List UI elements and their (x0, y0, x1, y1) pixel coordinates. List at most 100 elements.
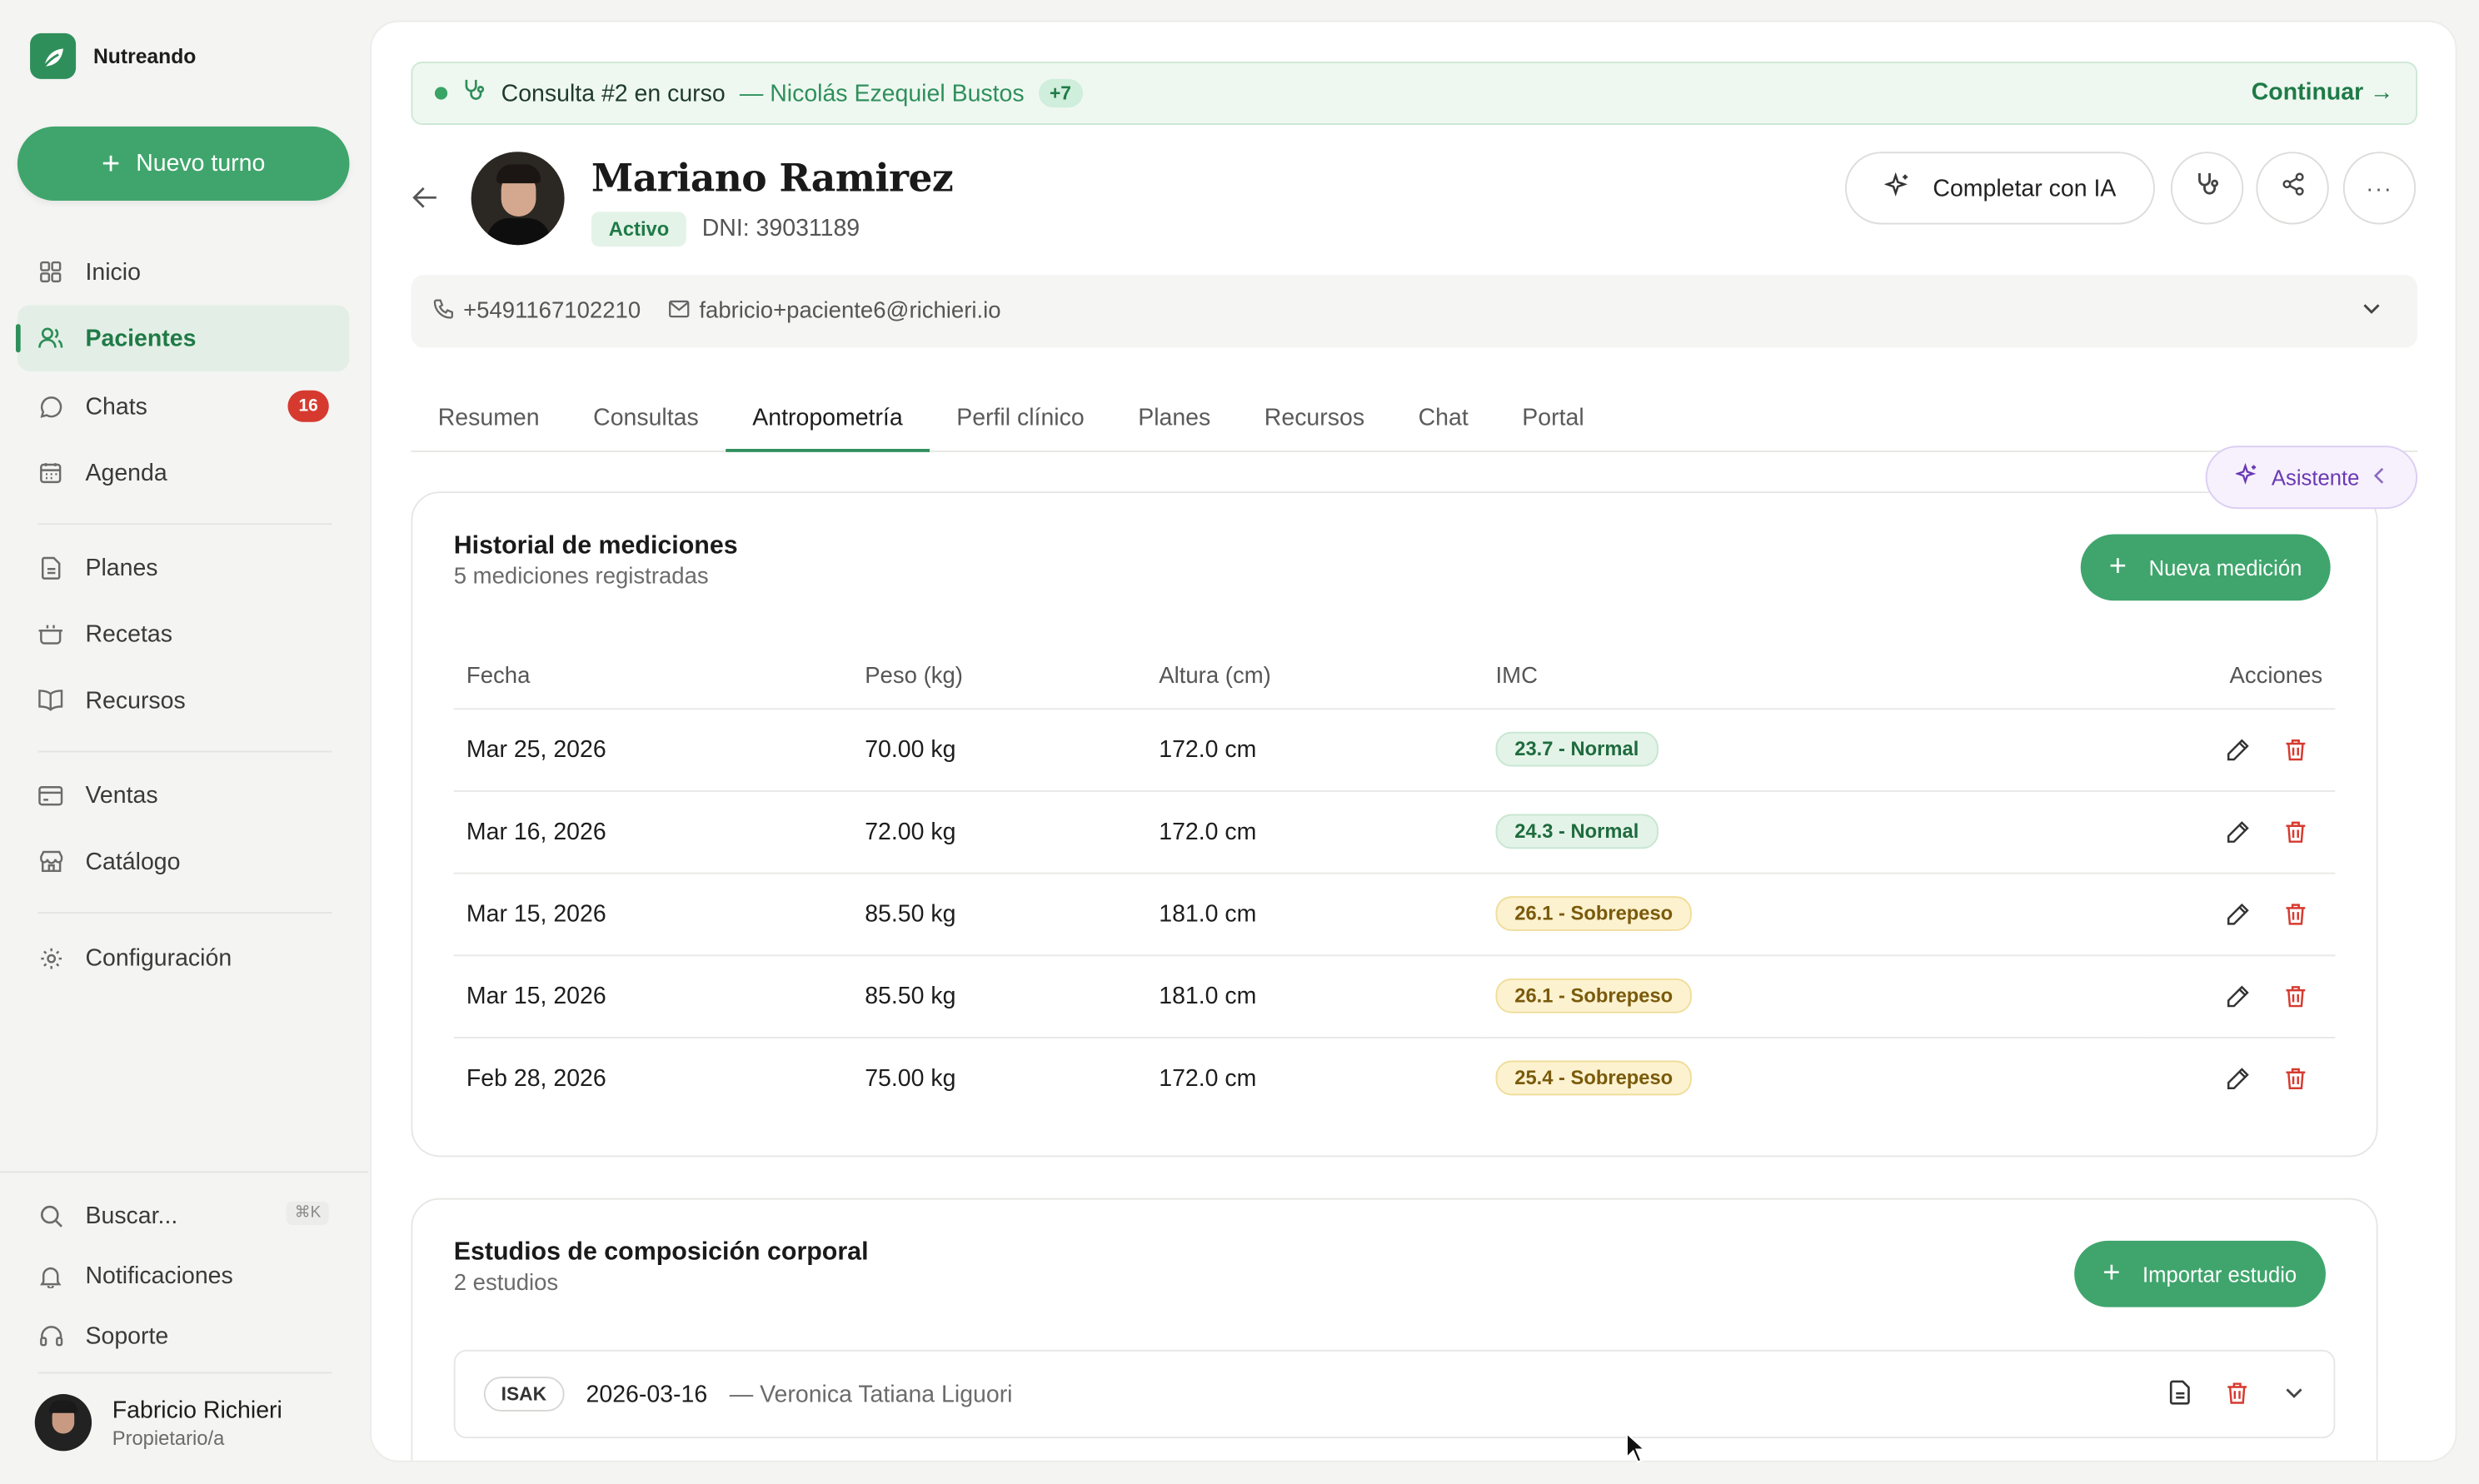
trash-icon[interactable] (2226, 1381, 2248, 1412)
measurement-actions (2145, 790, 2336, 874)
edit-icon[interactable] (2226, 902, 2249, 925)
tab-planes[interactable]: Planes (1111, 398, 1238, 452)
mouse-cursor-icon (1625, 1432, 1648, 1472)
sparkle-icon (2234, 462, 2258, 491)
trash-icon[interactable] (2285, 984, 2307, 1008)
measurement-date: Mar 15, 2026 (453, 872, 853, 956)
measurement-actions (2146, 1037, 2336, 1119)
table-row[interactable]: Feb 28, 2026 75.00 kg 172.0 cm 25.4 - Sobre… (454, 1037, 2336, 1119)
stethoscope-button[interactable] (2170, 152, 2244, 225)
sidebar-item-label: Catálogo (85, 848, 181, 875)
measurement-actions (2145, 708, 2336, 791)
table-row[interactable]: Mar 15, 2026 85.50 kg 181.0 cm 26.1 - Sobre… (453, 872, 2336, 956)
sidebar-item-planes[interactable]: Planes (17, 535, 350, 601)
tab-recursos[interactable]: Recursos (1238, 398, 1392, 452)
measurements-card: Historial de mediciones 5 mediciones reg… (411, 491, 2378, 1158)
plus-icon: + (2102, 1256, 2121, 1290)
chevron-down-icon[interactable] (2361, 297, 2383, 326)
tab-consultas[interactable]: Consultas (566, 398, 726, 452)
chevron-down-icon[interactable] (2283, 1382, 2306, 1412)
active-consultation-banner[interactable]: Consulta #2 en curso — Nicolás Ezequiel … (411, 62, 2418, 125)
sidebar-item-label: Configuración (85, 944, 232, 972)
more-options-button[interactable]: ··· (2342, 152, 2417, 225)
pot-icon (38, 621, 63, 646)
assistant-button[interactable]: Asistente (2205, 446, 2418, 510)
measurement-imc: 24.3 - Normal (1483, 790, 2146, 874)
search-shortcut: ⌘K (287, 1201, 329, 1225)
trash-icon[interactable] (2285, 902, 2307, 925)
edit-icon[interactable] (2226, 819, 2249, 843)
new-appointment-button[interactable]: + Nuevo turno (17, 126, 350, 202)
studies-title: Estudios de composición corporal (453, 1239, 869, 1267)
table-header-row: Fecha Peso (kg) Altura (cm) IMC Acciones (453, 645, 2336, 710)
imc-badge: 24.3 - Normal (1495, 814, 1658, 849)
sidebar-item-catalogo[interactable]: Catálogo (17, 829, 350, 895)
support-button[interactable]: Soporte (17, 1302, 350, 1369)
document-icon (38, 555, 63, 580)
trash-icon[interactable] (2285, 1067, 2307, 1090)
bell-icon (38, 1263, 63, 1288)
table-row[interactable]: Mar 15, 2026 85.50 kg 181.0 cm 26.1 - Sobre… (453, 954, 2336, 1038)
app-name: Nutreando (92, 44, 197, 68)
complete-with-ai-button[interactable]: Completar con IA (1844, 152, 2155, 225)
tab-resumen[interactable]: Resumen (411, 398, 566, 452)
user-role: Propietario/a (112, 1426, 225, 1449)
main-panel: Consulta #2 en curso — Nicolás Ezequiel … (370, 20, 2457, 1462)
new-measurement-label: Nueva medición (2148, 555, 2302, 580)
table-row[interactable]: Mar 25, 2026 70.00 kg 172.0 cm 23.7 - Norma… (453, 708, 2336, 791)
sidebar-item-agenda[interactable]: Agenda (17, 440, 350, 506)
sidebar-item-chats[interactable]: Chats 16 (17, 373, 350, 440)
share-icon (2281, 172, 2304, 204)
sidebar-item-configuracion[interactable]: Configuración (17, 924, 350, 991)
email-item: fabricio+paciente6@richieri.io (669, 299, 1001, 324)
extra-count-badge: +7 (1038, 78, 1083, 108)
notifications-button[interactable]: Notificaciones (17, 1242, 350, 1309)
back-arrow-icon[interactable] (411, 180, 439, 221)
ai-button-label: Completar con IA (1933, 174, 2117, 202)
support-label: Soporte (85, 1322, 169, 1349)
import-study-button[interactable]: + Importar estudio (2074, 1240, 2326, 1307)
search-label: Buscar... (85, 1202, 178, 1229)
sidebar: Nutreando + Nuevo turno Inicio Pacientes… (0, 0, 369, 1484)
continue-link[interactable]: Continuar → (2252, 79, 2394, 106)
table-row[interactable]: Mar 16, 2026 72.00 kg 172.0 cm 24.3 - Norma… (453, 790, 2336, 874)
sidebar-item-recursos[interactable]: Recursos (17, 667, 350, 734)
plus-icon: + (102, 146, 121, 182)
calendar-icon (38, 460, 63, 485)
list-item[interactable]: ISAK 2026-03-16 — Veronica Tatiana Liguo… (453, 1349, 2336, 1439)
avatar (34, 1394, 92, 1452)
brand[interactable]: Nutreando (30, 32, 197, 79)
sidebar-item-inicio[interactable]: Inicio (17, 239, 350, 306)
user-profile[interactable]: Fabricio Richieri Propietario/a (34, 1394, 282, 1452)
sidebar-item-label: Inicio (85, 258, 141, 286)
patient-avatar (471, 152, 565, 246)
edit-icon[interactable] (2226, 737, 2249, 760)
sidebar-item-recetas[interactable]: Recetas (17, 600, 350, 667)
edit-icon[interactable] (2226, 984, 2249, 1008)
measurement-imc: 25.4 - Sobrepeso (1483, 1037, 2145, 1119)
trash-icon[interactable] (2285, 819, 2307, 843)
tab-perfil-clinico[interactable]: Perfil clínico (930, 398, 1111, 452)
sidebar-item-label: Agenda (85, 459, 167, 486)
share-button[interactable] (2256, 152, 2329, 225)
new-measurement-button[interactable]: + Nueva medición (2080, 534, 2331, 601)
contact-bar[interactable]: +5491167102210 fabricio+paciente6@richie… (411, 275, 2418, 348)
sidebar-item-ventas[interactable]: Ventas (17, 762, 350, 829)
edit-icon[interactable] (2226, 1067, 2249, 1090)
plus-icon: + (2108, 550, 2127, 584)
sidebar-item-pacientes[interactable]: Pacientes (15, 305, 350, 372)
measurement-weight: 85.50 kg (852, 872, 1147, 956)
measurements-title: Historial de mediciones (453, 532, 738, 560)
tab-antropometria[interactable]: Antropometría (726, 398, 930, 452)
study-date: 2026-03-16 (586, 1380, 708, 1408)
trash-icon[interactable] (2285, 737, 2307, 760)
tab-chat[interactable]: Chat (1391, 398, 1495, 452)
measurement-date: Mar 16, 2026 (453, 790, 853, 874)
file-icon[interactable] (2169, 1380, 2192, 1413)
measurement-height: 172.0 cm (1159, 1064, 1257, 1093)
search-button[interactable]: Buscar... ⌘K (17, 1183, 350, 1249)
measurements-subtitle: 5 mediciones registradas (453, 564, 709, 590)
tab-portal[interactable]: Portal (1495, 398, 1611, 452)
column-header: Peso (kg) (852, 645, 1147, 710)
column-header: IMC (1483, 645, 2146, 710)
